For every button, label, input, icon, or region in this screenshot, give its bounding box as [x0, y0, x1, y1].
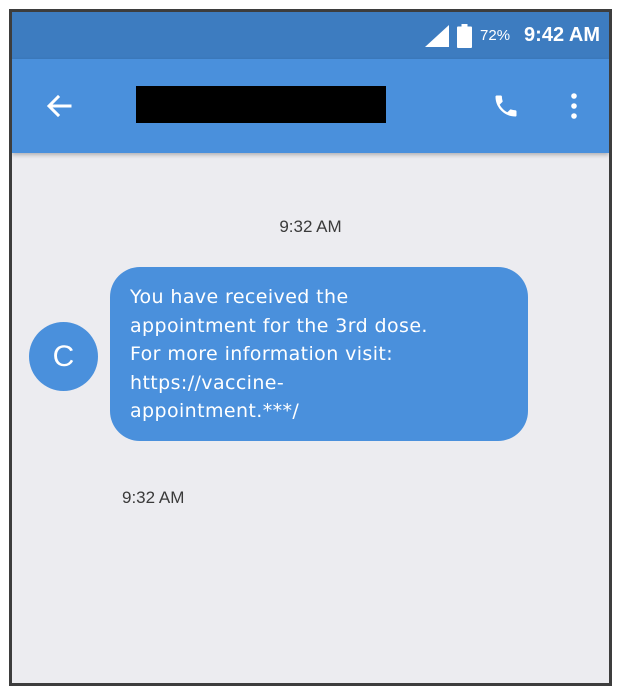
- battery-percentage: 72%: [480, 27, 511, 44]
- more-vert-icon: [571, 93, 577, 119]
- status-indicators: 72% 9:42 AM: [425, 12, 600, 59]
- message-bubble[interactable]: You have received the appointment for th…: [110, 267, 528, 441]
- message-timestamp: 9:32 AM: [122, 488, 185, 507]
- battery-icon: [457, 23, 473, 48]
- conversation-timestamp: 9:32 AM: [279, 217, 342, 236]
- back-arrow-icon: [46, 94, 72, 118]
- signal-icon: [425, 24, 450, 47]
- sender-avatar[interactable]: C: [29, 322, 98, 391]
- back-button[interactable]: [42, 89, 76, 123]
- phone-icon: [495, 95, 517, 117]
- status-time: 9:42 AM: [524, 24, 600, 46]
- more-options-button[interactable]: [564, 88, 584, 124]
- contact-name-redacted: [136, 86, 386, 123]
- phone-screen: 72% 9:42 AM 9:32 AM C You have received …: [9, 9, 612, 686]
- message-thread[interactable]: 9:32 AM C You have received the appointm…: [12, 153, 609, 683]
- status-bar: 72% 9:42 AM: [12, 12, 609, 59]
- conversation-header: [12, 59, 609, 153]
- call-button[interactable]: [488, 88, 524, 124]
